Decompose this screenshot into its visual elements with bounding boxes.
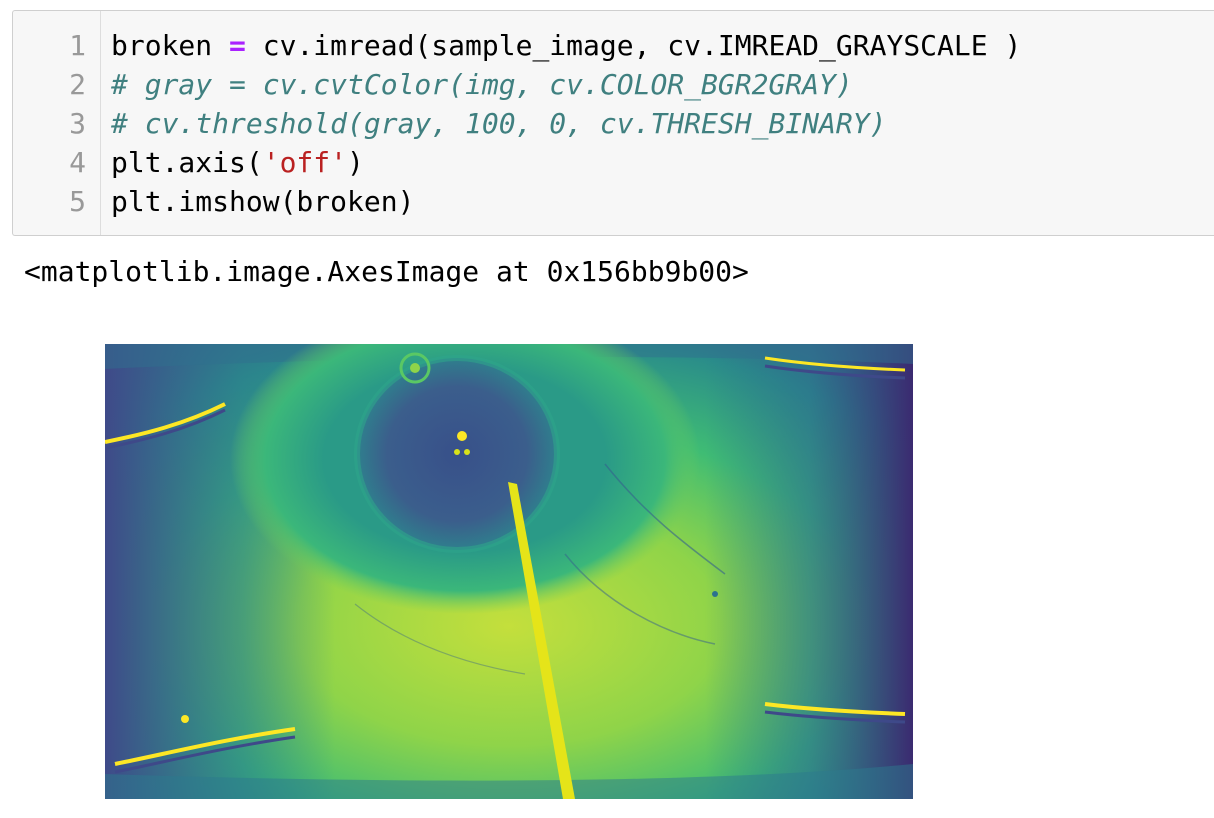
- eye-image: [105, 344, 913, 799]
- line-number-gutter: 1 2 3 4 5: [13, 11, 101, 235]
- code-comment: # gray = cv.cvtColor(img, cv.COLOR_BGR2G…: [111, 68, 853, 101]
- code-line-5[interactable]: plt.imshow(broken): [111, 182, 414, 221]
- code-cell-input[interactable]: 1 2 3 4 5 broken = cv.imread(sample_imag…: [12, 10, 1214, 236]
- line-number: 1: [69, 29, 86, 62]
- code-line-1[interactable]: broken = cv.imread(sample_image, cv.IMRE…: [111, 26, 1021, 65]
- code-comment: # cv.threshold(gray, 100, 0, cv.THRESH_B…: [111, 107, 887, 140]
- imshow-figure: [105, 344, 913, 799]
- code-token: plt.axis(: [111, 146, 263, 179]
- code-token: ): [347, 146, 364, 179]
- code-token: cv.imread(sample_image, cv.IMREAD_GRAYSC…: [245, 29, 1022, 62]
- string-literal: 'off': [262, 146, 348, 179]
- code-token: broken: [111, 29, 230, 62]
- line-number: 2: [69, 68, 86, 101]
- line-number: 5: [69, 185, 86, 218]
- line-number: 3: [69, 107, 86, 140]
- cell-output-text: <matplotlib.image.AxesImage at 0x156bb9b…: [24, 255, 749, 288]
- code-line-4[interactable]: plt.axis('off'): [111, 143, 364, 182]
- line-number: 4: [69, 146, 86, 179]
- code-token: plt.imshow(broken): [111, 185, 415, 218]
- assignment-operator: =: [229, 29, 246, 62]
- code-line-3[interactable]: # cv.threshold(gray, 100, 0, cv.THRESH_B…: [111, 104, 886, 143]
- code-line-2[interactable]: # gray = cv.cvtColor(img, cv.COLOR_BGR2G…: [111, 65, 853, 104]
